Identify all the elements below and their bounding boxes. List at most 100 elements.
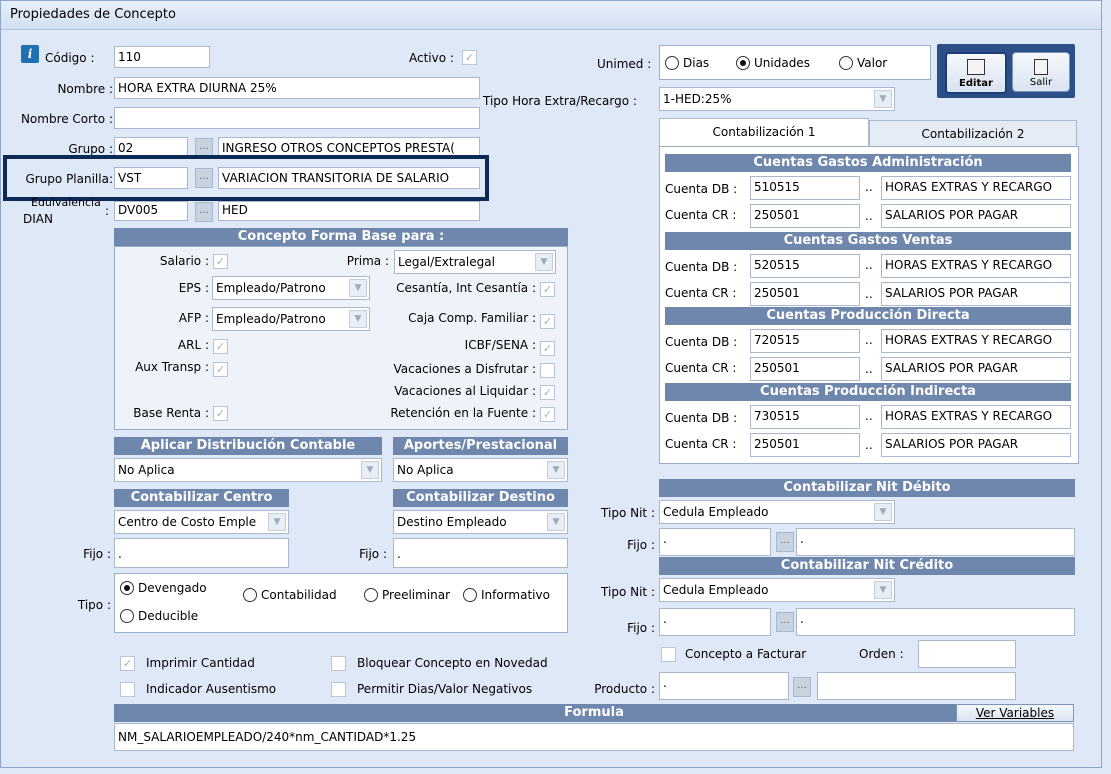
chevron-down-icon[interactable]: ▼ [349, 310, 367, 328]
nit-debito-header: Contabilizar Nit Débito [659, 479, 1075, 497]
cuenta-cr-lookup[interactable]: .. [865, 438, 873, 452]
chevron-down-icon[interactable]: ▼ [535, 253, 553, 271]
arl-checkbox[interactable]: ✓ [213, 339, 228, 354]
permitir-checkbox[interactable] [331, 682, 346, 697]
tipo-informativo[interactable]: Informativo [463, 588, 550, 602]
unimed-valor[interactable]: Valor [839, 56, 887, 70]
tipo-preeliminar[interactable]: Preeliminar [364, 588, 450, 602]
base-header: Concepto Forma Base para : [114, 228, 568, 246]
cuenta-db-input[interactable]: 730515 [750, 405, 860, 429]
activo-checkbox[interactable]: ✓ [462, 50, 477, 65]
nit-credito-tipo-select[interactable]: Cedula Empleado ▼ [659, 578, 895, 602]
facturar-checkbox[interactable] [661, 647, 676, 662]
producto-lookup-button[interactable]: … [793, 677, 811, 697]
retencion-checkbox[interactable]: ✓ [540, 407, 555, 422]
prima-select[interactable]: Legal/Extralegal ▼ [394, 250, 556, 274]
nombre-input[interactable]: HORA EXTRA DIURNA 25% [114, 77, 480, 99]
cuenta-cr-input[interactable]: 250501 [750, 357, 860, 381]
cuenta-db-input[interactable]: 720515 [750, 329, 860, 353]
chevron-down-icon[interactable]: ▼ [874, 581, 892, 599]
chevron-down-icon[interactable]: ▼ [547, 513, 565, 531]
base-renta-checkbox[interactable]: ✓ [213, 406, 228, 421]
equivalencia-code-input[interactable]: DV005 [114, 201, 188, 221]
cuenta-cr-lookup[interactable]: .. [865, 362, 873, 376]
centro-fijo-input[interactable]: . [114, 538, 289, 568]
cuenta-cr-name-input[interactable]: SALARIOS POR PAGAR [881, 433, 1071, 457]
info-icon[interactable]: i [21, 45, 39, 63]
nit-debito-tipo-value: Cedula Empleado [663, 505, 769, 519]
cuenta-db-name-input[interactable]: HORAS EXTRAS Y RECARGO [881, 329, 1071, 353]
ver-variables-button[interactable]: Ver Variables [956, 704, 1074, 722]
cuenta-cr-name-input[interactable]: SALARIOS POR PAGAR [881, 282, 1071, 306]
cuenta-cr-input[interactable]: 250501 [750, 433, 860, 457]
cuenta-db-lookup[interactable]: .. [865, 180, 873, 194]
tab-contabilizacion-1[interactable]: Contabilización 1 [659, 118, 869, 146]
nit-debito-fijo2-input[interactable]: . [796, 528, 1075, 556]
destino-fijo-input[interactable]: . [393, 538, 568, 568]
equivalencia-lookup-button[interactable]: … [195, 202, 213, 222]
aux-checkbox[interactable]: ✓ [213, 362, 228, 377]
centro-select[interactable]: Centro de Costo Emple ▼ [114, 510, 289, 534]
tipo-devengado[interactable]: Devengado [120, 581, 207, 595]
cuenta-cr-input[interactable]: 250501 [750, 282, 860, 306]
cuenta-db-lookup[interactable]: .. [865, 333, 873, 347]
icbf-label: ICBF/SENA : [464, 338, 536, 352]
nit-credito-lookup-button[interactable]: … [776, 612, 794, 632]
imprimir-checkbox[interactable]: ✓ [120, 656, 135, 671]
producto-input[interactable]: . [659, 672, 789, 700]
tipo-hora-select[interactable]: 1-HED:25% ▼ [659, 87, 895, 111]
afp-select[interactable]: Empleado/Patrono ▼ [212, 307, 370, 331]
producto-name-input[interactable] [817, 672, 1016, 700]
tipo-contabilidad[interactable]: Contabilidad [243, 588, 337, 602]
tipo-hora-label: Tipo Hora Extra/Recargo : [483, 94, 637, 108]
cuenta-db-lookup[interactable]: .. [865, 258, 873, 272]
cuenta-cr-lookup[interactable]: .. [865, 209, 873, 223]
caja-checkbox[interactable]: ✓ [540, 314, 555, 329]
codigo-input[interactable]: 110 [114, 46, 210, 68]
indicador-checkbox[interactable] [120, 682, 135, 697]
tab-contabilizacion-2[interactable]: Contabilización 2 [869, 120, 1077, 148]
orden-input[interactable] [918, 640, 1016, 668]
cuenta-cr-name-input[interactable]: SALARIOS POR PAGAR [881, 357, 1071, 381]
cuenta-cr-input[interactable]: 250501 [750, 204, 860, 228]
icbf-checkbox[interactable]: ✓ [540, 341, 555, 356]
equivalencia-name-input[interactable]: HED [218, 201, 480, 221]
salir-button[interactable]: Salir [1012, 52, 1070, 92]
cuenta-db-input[interactable]: 520515 [750, 254, 860, 278]
cuenta-db-name-input[interactable]: HORAS EXTRAS Y RECARGO [881, 405, 1071, 429]
nit-debito-tipo-select[interactable]: Cedula Empleado ▼ [659, 500, 895, 524]
salario-checkbox[interactable]: ✓ [213, 254, 228, 269]
cuenta-cr-lookup[interactable]: .. [865, 287, 873, 301]
tipo-deducible[interactable]: Deducible [120, 609, 198, 623]
cesantia-checkbox[interactable]: ✓ [540, 282, 555, 297]
editar-button[interactable]: Editar [945, 52, 1007, 94]
eps-select[interactable]: Empleado/Patrono ▼ [212, 276, 370, 300]
cuenta-db-name-input[interactable]: HORAS EXTRAS Y RECARGO [881, 176, 1071, 200]
chevron-down-icon[interactable]: ▼ [874, 503, 892, 521]
chevron-down-icon[interactable]: ▼ [874, 90, 892, 108]
grupo-label: Grupo : [68, 142, 113, 156]
chevron-down-icon[interactable]: ▼ [268, 513, 286, 531]
cuenta-db-name-input[interactable]: HORAS EXTRAS Y RECARGO [881, 254, 1071, 278]
vac-liquidar-checkbox[interactable]: ✓ [540, 385, 555, 400]
nit-debito-lookup-button[interactable]: … [776, 532, 794, 552]
aportes-select[interactable]: No Aplica ▼ [393, 458, 568, 482]
distribucion-select[interactable]: No Aplica ▼ [114, 458, 382, 482]
destino-select[interactable]: Destino Empleado ▼ [393, 510, 568, 534]
nit-credito-fijo2-input[interactable]: . [796, 608, 1075, 636]
cuenta-cr-name-input[interactable]: SALARIOS POR PAGAR [881, 204, 1071, 228]
cuenta-db-lookup[interactable]: .. [865, 409, 873, 423]
chevron-down-icon[interactable]: ▼ [349, 279, 367, 297]
chevron-down-icon[interactable]: ▼ [361, 461, 379, 479]
formula-input[interactable]: NM_SALARIOEMPLEADO/240*nm_CANTIDAD*1.25 [114, 723, 1074, 751]
distribucion-value: No Aplica [118, 463, 175, 477]
nit-debito-fijo-input[interactable]: . [659, 528, 771, 556]
unimed-unidades[interactable]: Unidades [736, 56, 810, 70]
chevron-down-icon[interactable]: ▼ [547, 461, 565, 479]
vac-disfrutar-checkbox[interactable] [540, 363, 555, 378]
cuenta-db-input[interactable]: 510515 [750, 176, 860, 200]
unimed-dias[interactable]: Dias [665, 56, 709, 70]
nit-credito-fijo-input[interactable]: . [659, 608, 771, 636]
bloquear-checkbox[interactable] [331, 656, 346, 671]
nombre-corto-input[interactable] [114, 107, 480, 129]
